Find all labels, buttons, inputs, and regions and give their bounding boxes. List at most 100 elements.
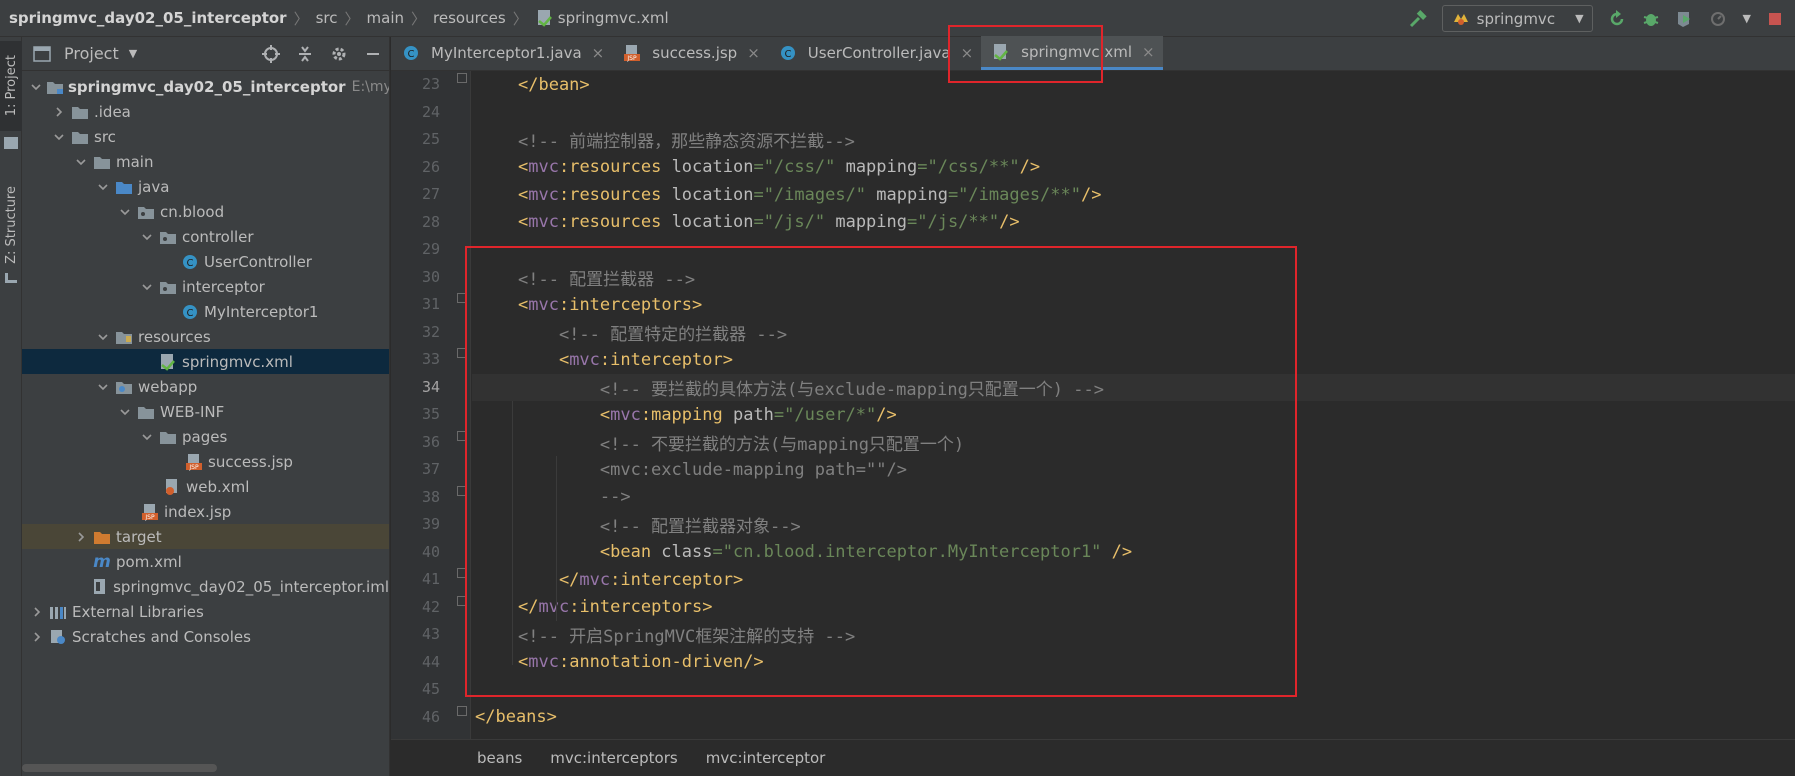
tree-node-root[interactable]: springmvc_day02_05_interceptor E:\myWo <box>22 74 389 99</box>
horizontal-scrollbar[interactable] <box>22 764 217 772</box>
tree-node-success-jsp[interactable]: JSP success.jsp <box>22 449 389 474</box>
breadcrumb: springmvc_day02_05_interceptor 〉 src 〉 m… <box>0 0 669 36</box>
project-panel-title[interactable]: Project <box>64 44 119 63</box>
code-line[interactable]: < mvc:resources location ="/css/" mapping =… <box>475 154 1040 181</box>
tree-node-springmvc-xml[interactable]: springmvc.xml <box>22 349 389 374</box>
scratches-icon <box>48 628 68 646</box>
chevron-down-icon[interactable] <box>96 380 110 394</box>
chevron-right-icon[interactable] <box>52 105 66 119</box>
annotation-highlight-interceptors <box>465 246 1297 697</box>
code-line[interactable]: <!-- 前端控制器，那些静态资源不拦截--> <box>475 126 855 153</box>
breadcrumb-project[interactable]: springmvc_day02_05_interceptor <box>9 9 287 27</box>
close-icon[interactable]: × <box>747 44 760 62</box>
code-line[interactable]: < mvc:resources location ="/images/" mappi… <box>475 181 1101 208</box>
code-line[interactable]: </beans> <box>475 704 557 731</box>
tree-node-controller[interactable]: controller <box>22 224 389 249</box>
xml-breadcrumb-bar: beans mvc:interceptors mvc:interceptor <box>391 739 1795 776</box>
breadcrumb-main[interactable]: main <box>367 9 404 27</box>
chevron-down-icon[interactable]: ▼ <box>129 47 137 60</box>
tree-node-scratches[interactable]: Scratches and Consoles <box>22 624 389 649</box>
tree-node-interceptor[interactable]: interceptor <box>22 274 389 299</box>
chevron-down-icon[interactable] <box>96 180 110 194</box>
chevron-down-icon[interactable] <box>96 330 110 344</box>
chevron-right-icon[interactable] <box>30 605 44 619</box>
chevron-down-icon[interactable] <box>118 205 132 219</box>
xml-breadcrumb-item[interactable]: beans <box>477 749 522 767</box>
tree-node-label: webapp <box>138 377 198 396</box>
line-number: 43 <box>421 625 440 643</box>
code-line[interactable] <box>475 99 518 126</box>
breadcrumb-src[interactable]: src <box>316 9 338 27</box>
settings-gear-icon[interactable] <box>329 44 349 64</box>
tree-node-pages[interactable]: pages <box>22 424 389 449</box>
code-token: ="/css/" <box>753 157 846 177</box>
stop-icon[interactable] <box>1765 9 1785 29</box>
tree-node-external-libraries[interactable]: External Libraries <box>22 599 389 624</box>
fold-marker-icon[interactable] <box>457 73 467 83</box>
chevron-down-icon[interactable] <box>140 430 154 444</box>
tree-node-idea[interactable]: .idea <box>22 99 389 124</box>
xml-breadcrumb-item[interactable]: mvc:interceptors <box>550 749 677 767</box>
tool-window-tab-project[interactable]: 1: Project <box>0 41 22 131</box>
tool-window-tab-structure[interactable]: Z: Structure <box>0 177 22 272</box>
run-configuration-label: springmvc <box>1476 9 1556 28</box>
navigation-bar: springmvc_day02_05_interceptor 〉 src 〉 m… <box>0 0 1795 37</box>
line-number-gutter[interactable]: 23 24 25 26 27 28 29 30 31 32 33 34 35 36 37 38 39 40 41 42… <box>391 71 471 739</box>
java-class-icon: C <box>401 44 421 62</box>
locate-file-icon[interactable] <box>261 44 281 64</box>
chevron-down-icon[interactable] <box>30 80 42 94</box>
code-token: mvc <box>528 212 559 232</box>
tree-node-label: pom.xml <box>116 552 182 571</box>
chevron-down-icon[interactable] <box>74 155 88 169</box>
xml-breadcrumb-item[interactable]: mvc:interceptor <box>706 749 826 767</box>
run-configuration-select[interactable]: springmvc ▼ <box>1441 5 1593 32</box>
tree-node-iml[interactable]: springmvc_day02_05_interceptor.iml <box>22 574 389 599</box>
code-line[interactable]: </bean> <box>475 71 590 98</box>
breadcrumb-resources[interactable]: resources <box>433 9 506 27</box>
chevron-down-icon[interactable] <box>52 130 66 144</box>
tree-node-my-interceptor[interactable]: C MyInterceptor1 <box>22 299 389 324</box>
tree-node-index-jsp[interactable]: JSP index.jsp <box>22 499 389 524</box>
chevron-right-icon[interactable] <box>30 630 44 644</box>
code-token: mapping <box>876 184 948 205</box>
close-icon[interactable]: × <box>1142 43 1155 61</box>
debug-bug-icon[interactable] <box>1641 9 1661 29</box>
profiler-icon[interactable] <box>1709 9 1729 29</box>
chevron-down-icon[interactable]: ▼ <box>1743 12 1751 25</box>
close-icon[interactable]: × <box>592 44 605 62</box>
tree-node-label: java <box>138 177 170 196</box>
tree-node-webapp[interactable]: webapp <box>22 374 389 399</box>
libraries-icon <box>48 603 68 621</box>
tree-node-src[interactable]: src <box>22 124 389 149</box>
project-tree: springmvc_day02_05_interceptor E:\myWo .… <box>22 71 389 649</box>
chevron-right-icon[interactable] <box>74 530 88 544</box>
line-number: 45 <box>421 680 440 698</box>
tab-my-interceptor[interactable]: C MyInterceptor1.java × <box>391 36 612 70</box>
breadcrumb-separator-icon: 〉 <box>344 9 360 28</box>
code-line[interactable]: < mvc:resources location ="/js/" mapping ="… <box>475 209 1020 236</box>
tree-node-web-xml[interactable]: web.xml <box>22 474 389 499</box>
code-token: <!-- 前端控制器，那些静态资源不拦截--> <box>518 132 855 152</box>
tree-node-main[interactable]: main <box>22 149 389 174</box>
fold-marker-icon[interactable] <box>457 705 467 716</box>
run-with-coverage-icon[interactable] <box>1675 9 1695 29</box>
tree-node-label: success.jsp <box>208 452 293 471</box>
rerun-icon[interactable] <box>1607 9 1627 29</box>
tree-node-user-controller[interactable]: C UserController <box>22 249 389 274</box>
tree-node-resources[interactable]: resources <box>22 324 389 349</box>
tree-node-webinf[interactable]: WEB-INF <box>22 399 389 424</box>
hide-panel-icon[interactable] <box>363 44 383 64</box>
collapse-all-icon[interactable] <box>295 44 315 64</box>
build-hammer-icon[interactable] <box>1408 9 1428 29</box>
chevron-down-icon[interactable] <box>140 230 154 244</box>
tree-node-pom[interactable]: m pom.xml <box>22 549 389 574</box>
line-number: 31 <box>421 295 440 313</box>
chevron-down-icon[interactable] <box>140 280 154 294</box>
tree-node-label: springmvc_day02_05_interceptor.iml <box>113 577 389 596</box>
breadcrumb-file[interactable]: springmvc.xml <box>558 9 669 27</box>
tree-node-java[interactable]: java <box>22 174 389 199</box>
chevron-down-icon[interactable] <box>118 405 132 419</box>
tab-success-jsp[interactable]: JSP success.jsp × <box>612 36 768 70</box>
tree-node-target[interactable]: target <box>22 524 389 549</box>
tree-node-package[interactable]: cn.blood <box>22 199 389 224</box>
